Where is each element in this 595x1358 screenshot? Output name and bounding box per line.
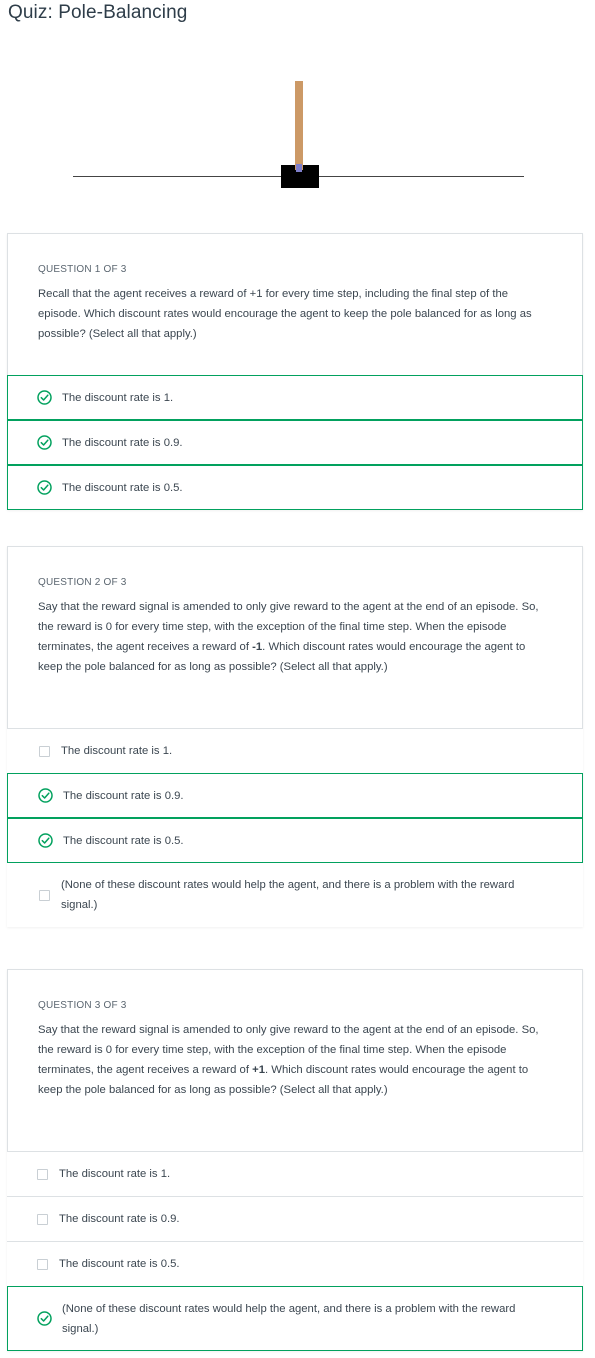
option-none-of-these[interactable]: (None of these discount rates would help… (7, 863, 583, 927)
option-label: The discount rate is 0.5. (59, 1258, 180, 1270)
cartpole-illustration (73, 81, 524, 188)
option-discount-0-5[interactable]: The discount rate is 0.5. (7, 1241, 583, 1286)
option-label: (None of these discount rates would help… (62, 1302, 516, 1335)
check-circle-icon (38, 833, 53, 848)
option-label: The discount rate is 0.5. (62, 481, 183, 494)
option-label: (None of these discount rates would help… (61, 879, 515, 911)
question-card-2: QUESTION 2 OF 3 Say that the reward sign… (7, 546, 583, 927)
option-label: The discount rate is 0.5. (63, 834, 184, 847)
reward-value: -1 (252, 641, 263, 653)
pole (295, 81, 303, 170)
option-discount-1[interactable]: The discount rate is 1. (7, 375, 583, 420)
option-label: The discount rate is 1. (61, 745, 173, 757)
option-discount-0-9[interactable]: The discount rate is 0.9. (7, 420, 583, 465)
checkbox-icon (37, 1213, 48, 1225)
checkbox-icon (39, 889, 50, 901)
option-discount-0-9[interactable]: The discount rate is 0.9. (7, 773, 583, 818)
check-circle-icon (38, 788, 53, 803)
check-circle-icon (37, 480, 52, 495)
option-label: The discount rate is 1. (62, 391, 174, 404)
option-label: The discount rate is 0.9. (63, 789, 184, 802)
check-circle-icon (37, 390, 52, 405)
question-card-1: QUESTION 1 OF 3 Recall that the agent re… (7, 233, 583, 510)
axle (296, 164, 302, 172)
question-number: QUESTION 1 OF 3 (38, 264, 127, 275)
question-text: Recall that the agent receives a reward … (38, 288, 532, 340)
checkbox-icon (37, 1168, 48, 1180)
option-discount-1[interactable]: The discount rate is 1. (7, 728, 583, 773)
question-text: Say that the reward signal is amended to… (38, 1020, 552, 1100)
reward-value: +1 (252, 1064, 266, 1076)
question-number: QUESTION 3 OF 3 (38, 1000, 127, 1011)
option-label: The discount rate is 0.9. (59, 1213, 180, 1225)
check-circle-icon (37, 435, 52, 450)
option-discount-0-5[interactable]: The discount rate is 0.5. (7, 465, 583, 510)
check-circle-icon (37, 1311, 52, 1326)
question-number: QUESTION 2 OF 3 (38, 577, 127, 588)
checkbox-icon (39, 745, 50, 757)
checkbox-icon (37, 1258, 48, 1270)
option-label: The discount rate is 1. (59, 1168, 171, 1180)
option-discount-1[interactable]: The discount rate is 1. (7, 1151, 583, 1196)
option-none-of-these[interactable]: (None of these discount rates would help… (7, 1286, 583, 1351)
option-discount-0-9[interactable]: The discount rate is 0.9. (7, 1196, 583, 1241)
option-discount-0-5[interactable]: The discount rate is 0.5. (7, 818, 583, 863)
question-text: Say that the reward signal is amended to… (38, 597, 552, 677)
question-card-3: QUESTION 3 OF 3 Say that the reward sign… (7, 969, 583, 1351)
option-label: The discount rate is 0.9. (62, 436, 183, 449)
